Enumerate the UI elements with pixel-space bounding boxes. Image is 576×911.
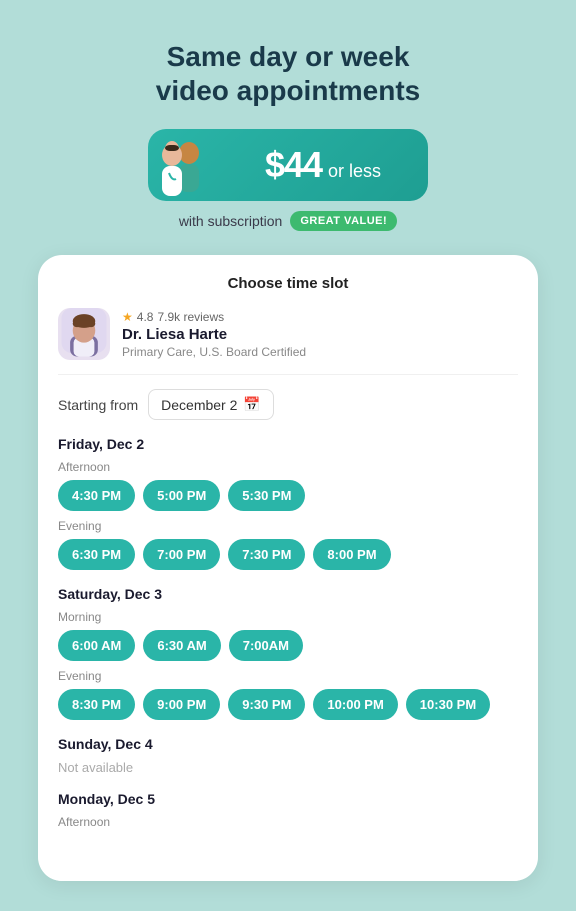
date-picker-button[interactable]: December 2 📅 bbox=[148, 389, 274, 420]
price-suffix: or less bbox=[328, 161, 381, 182]
doctor-specialty: Primary Care, U.S. Board Certified bbox=[122, 345, 306, 359]
doctor-rating: ★ 4.8 7.9k reviews bbox=[122, 310, 306, 324]
doctor-illustration bbox=[144, 131, 214, 201]
appointment-card: Choose time slot ★ 4.8 7.9k review bbox=[38, 255, 538, 881]
time-slots: 6:30 PM 7:00 PM 7:30 PM 8:00 PM bbox=[58, 539, 518, 570]
subscription-text: with subscription bbox=[179, 213, 283, 229]
time-slot-button[interactable]: 9:00 PM bbox=[143, 689, 220, 720]
day-label: Monday, Dec 5 bbox=[58, 791, 518, 807]
day-section: Monday, Dec 5 Afternoon bbox=[58, 791, 518, 835]
period-label: Evening bbox=[58, 669, 518, 683]
period-label: Afternoon bbox=[58, 815, 518, 829]
day-section: Sunday, Dec 4Not available bbox=[58, 736, 518, 775]
period-label: Evening bbox=[58, 519, 518, 533]
days-container: Friday, Dec 2 Afternoon 4:30 PM 5:00 PM 5:30… bbox=[58, 436, 518, 835]
time-slot-button[interactable]: 6:00 AM bbox=[58, 630, 135, 661]
time-slot-button[interactable]: 4:30 PM bbox=[58, 480, 135, 511]
starting-from-label: Starting from bbox=[58, 397, 138, 413]
star-icon: ★ bbox=[122, 310, 133, 324]
subscription-line: with subscription GREAT VALUE! bbox=[179, 211, 397, 231]
doctor-details: ★ 4.8 7.9k reviews Dr. Liesa Harte Prima… bbox=[122, 310, 306, 359]
time-slot-button[interactable]: 7:00AM bbox=[229, 630, 303, 661]
day-section: Friday, Dec 2 Afternoon 4:30 PM 5:00 PM 5:30… bbox=[58, 436, 518, 570]
price-banner: $44 or less bbox=[148, 129, 428, 201]
time-slots: 6:00 AM 6:30 AM 7:00AM bbox=[58, 630, 518, 661]
time-slot-button[interactable]: 10:00 PM bbox=[313, 689, 397, 720]
time-slots: 8:30 PM 9:00 PM 9:30 PM 10:00 PM 10:30 PM bbox=[58, 689, 518, 720]
day-label: Saturday, Dec 3 bbox=[58, 586, 518, 602]
time-slot-button[interactable]: 10:30 PM bbox=[406, 689, 490, 720]
doctor-avatar bbox=[58, 308, 110, 360]
time-slot-button[interactable]: 9:30 PM bbox=[228, 689, 305, 720]
time-slot-button[interactable]: 5:30 PM bbox=[228, 480, 305, 511]
doctor-info: ★ 4.8 7.9k reviews Dr. Liesa Harte Prima… bbox=[58, 308, 518, 375]
time-slot-button[interactable]: 5:00 PM bbox=[143, 480, 220, 511]
card-bottom-fade bbox=[38, 851, 538, 881]
great-value-badge: GREAT VALUE! bbox=[290, 211, 397, 231]
date-value: December 2 bbox=[161, 397, 237, 413]
time-slot-button[interactable]: 7:00 PM bbox=[143, 539, 220, 570]
day-label: Sunday, Dec 4 bbox=[58, 736, 518, 752]
period-label: Afternoon bbox=[58, 460, 518, 474]
calendar-icon: 📅 bbox=[243, 396, 260, 413]
page-title: Same day or week video appointments bbox=[156, 40, 420, 107]
doctor-name: Dr. Liesa Harte bbox=[122, 326, 306, 343]
day-section: Saturday, Dec 3 Morning 6:00 AM 6:30 AM 7:00… bbox=[58, 586, 518, 720]
time-slots: 4:30 PM 5:00 PM 5:30 PM bbox=[58, 480, 518, 511]
day-label: Friday, Dec 2 bbox=[58, 436, 518, 452]
starting-from-row: Starting from December 2 📅 bbox=[58, 389, 518, 420]
time-slot-button[interactable]: 8:30 PM bbox=[58, 689, 135, 720]
time-slot-button[interactable]: 6:30 AM bbox=[143, 630, 220, 661]
period-label: Morning bbox=[58, 610, 518, 624]
card-title: Choose time slot bbox=[58, 275, 518, 292]
time-slot-button[interactable]: 7:30 PM bbox=[228, 539, 305, 570]
time-slot-button[interactable]: 8:00 PM bbox=[313, 539, 390, 570]
price-amount: $44 bbox=[265, 144, 322, 186]
time-slot-button[interactable]: 6:30 PM bbox=[58, 539, 135, 570]
